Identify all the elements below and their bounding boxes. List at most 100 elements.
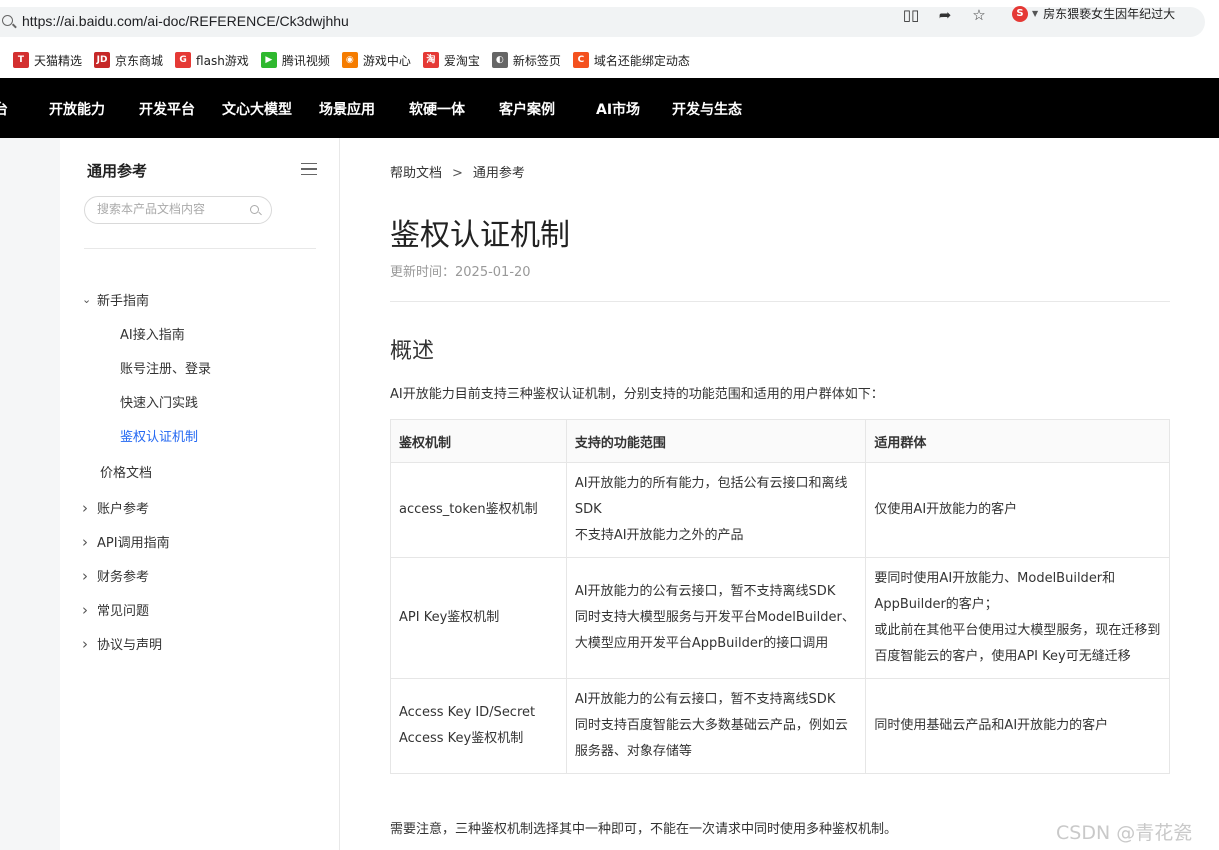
sidebar-item-label: 价格文档 [100, 466, 153, 481]
bookmark-item[interactable]: T 天猫精选 [13, 52, 82, 69]
sidebar-item[interactable]: › 账户参考 [82, 498, 150, 518]
nav-hardware[interactable]: 软硬一体 [409, 99, 465, 119]
chevron-right-icon[interactable]: › [82, 567, 93, 585]
sidebar-item[interactable]: 价格文档 [100, 462, 152, 481]
chevron-right-icon[interactable]: › [82, 601, 93, 619]
chevron-right-icon[interactable]: › [82, 533, 93, 551]
page-title: 鉴权认证机制 [390, 218, 570, 253]
share-icon[interactable]: ➦ [936, 6, 954, 24]
sidebar-item-label: 快速入门实践 [120, 396, 199, 411]
flash-game-icon: G [175, 52, 192, 68]
chevron-right-icon[interactable]: › [82, 635, 93, 653]
tmall-icon: T [13, 52, 29, 68]
sidebar-item[interactable]: 快速入门实践 [120, 392, 198, 411]
table-row: API Key鉴权机制 AI开放能力的公有云接口，暂不支持离线SDK 同时支持大模型… [390, 557, 1170, 679]
breadcrumb-separator: > [452, 166, 463, 181]
bookmark-label: flash游戏 [196, 53, 249, 68]
intro-text: AI开放能力目前支持三种鉴权认证机制，分别支持的功能范围和适用的用户群体如下： [390, 387, 884, 402]
game-center-icon: ◉ [341, 52, 358, 68]
table-cell: Access Key ID/Secret Access Key鉴权机制 [390, 678, 567, 774]
cell-line: 或此前在其他平台使用过大模型服务，现在迁移到百度智能云的客户，使用API Key… [874, 623, 1161, 664]
bookmark-label: 游戏中心 [362, 53, 411, 68]
sidebar-item[interactable]: › 财务参考 [82, 566, 149, 586]
bookmark-item[interactable]: C 域名还能绑定动态 [572, 52, 690, 69]
nav-open-capabilities[interactable]: 开放能力 [49, 99, 105, 119]
sidebar-item[interactable]: › 常见问题 [82, 600, 150, 620]
bookmark-label: 爱淘宝 [443, 53, 480, 68]
nav-item-cut-off[interactable]: 台 [0, 99, 8, 119]
sidebar-item-label: 账户参考 [97, 502, 150, 517]
sidebar-item-active[interactable]: 鉴权认证机制 [120, 426, 198, 445]
bookmark-item[interactable]: ◐ 新标签页 [491, 52, 561, 69]
table-cell: API Key鉴权机制 [390, 557, 567, 679]
cell-line: 同时支持百度智能云大多数基础云产品，例如云服务器、对象存储等 [574, 718, 848, 759]
bookmark-label: 新标签页 [512, 53, 561, 68]
nav-customer-cases[interactable]: 客户案例 [499, 99, 555, 119]
section-title: 概述 [390, 339, 435, 364]
cell-line: 同时支持大模型服务与开发平台ModelBuilder、大模型应用开发平台AppB… [574, 610, 855, 651]
bookmark-label: 腾讯视频 [281, 53, 330, 68]
sogou-extension-icon[interactable]: S [1012, 5, 1028, 22]
doc-sidebar: 通用参考 ⌄ 新手指南 AI接入指南账号注册、登录快速入门实践鉴权认证机制价格文档 ›… [60, 138, 340, 850]
breadcrumb-help-docs[interactable]: 帮助文档 [390, 166, 442, 181]
chevron-down-icon[interactable]: ⌄ [82, 293, 93, 306]
bookmark-star-icon[interactable]: ☆ [970, 6, 988, 24]
table-header-row: 鉴权机制 支持的功能范围 适用群体 [390, 419, 1170, 463]
sidebar-item[interactable]: ⌄ 新手指南 [82, 290, 149, 309]
watermark: CSDN @青花瓷 [1056, 822, 1193, 844]
sidebar-item[interactable]: › 协议与声明 [82, 634, 163, 654]
bookmark-item[interactable]: ◉ 游戏中心 [341, 52, 411, 69]
updated-time: 更新时间：2025-01-20 [390, 265, 531, 280]
note-text: 需要注意，三种鉴权机制选择其中一种即可，不能在一次请求中同时使用多种鉴权机制。 [390, 822, 898, 837]
browser-toolbar: https://ai.baidu.com/ai-doc/REFERENCE/Ck… [0, 0, 1219, 44]
url-text[interactable]: https://ai.baidu.com/ai-doc/REFERENCE/Ck… [22, 13, 349, 29]
table-header: 支持的功能范围 [565, 419, 867, 463]
nav-wenxin-model[interactable]: 文心大模型 [222, 99, 292, 119]
sidebar-item-label: 协议与声明 [97, 638, 163, 653]
sidebar-item-label: 账号注册、登录 [120, 362, 212, 377]
cell-line: Access Key鉴权机制 [399, 731, 524, 746]
sidebar-item-label: 常见问题 [97, 604, 150, 619]
cell-line: AI开放能力的公有云接口，暂不支持离线SDK [574, 692, 836, 707]
chevron-right-icon[interactable]: › [82, 499, 93, 517]
menu-icon[interactable] [301, 163, 317, 175]
chevron-down-icon[interactable]: ▼ [1032, 9, 1038, 18]
table-cell: 要同时使用AI开放能力、ModelBuilder和AppBuilder的客户； 或… [865, 557, 1170, 679]
sidebar-item[interactable]: AI接入指南 [120, 324, 185, 343]
cell-line: 仅使用AI开放能力的客户 [874, 502, 1018, 517]
sidebar-search[interactable] [84, 196, 272, 224]
bookmark-item[interactable]: 淘爱淘宝 [422, 52, 480, 69]
bookmark-item[interactable]: JD 京东商城 [94, 52, 163, 69]
nav-scenario-apps[interactable]: 场景应用 [319, 99, 375, 119]
bookmark-label: 域名还能绑定动态 [593, 53, 690, 68]
bookmark-item[interactable]: ▶ 腾讯视频 [260, 52, 330, 69]
sidebar-item-label: 鉴权认证机制 [120, 430, 199, 445]
bookmark-item[interactable]: Gflash游戏 [175, 52, 249, 69]
aitaobao-icon: 淘 [422, 52, 439, 68]
nav-dev-ecosystem[interactable]: 开发与生态 [672, 99, 742, 119]
tencent-video-icon: ▶ [260, 52, 277, 68]
cell-line: AI开放能力的所有能力，包括公有云接口和离线SDK [574, 476, 848, 517]
sidebar-title: 通用参考 [87, 162, 148, 180]
news-ticker-text[interactable]: 房东猥亵女生因年纪过大 [1043, 5, 1195, 22]
sidebar-divider [84, 248, 316, 249]
cell-line: 同时使用基础云产品和AI开放能力的客户 [874, 718, 1109, 733]
nav-ai-market[interactable]: AI市场 [596, 99, 640, 119]
table-cell: AI开放能力的公有云接口，暂不支持离线SDK 同时支持百度智能云大多数基础云产品，… [565, 678, 867, 774]
search-icon [2, 15, 13, 26]
table-cell: 同时使用基础云产品和AI开放能力的客户 [865, 678, 1170, 774]
nav-dev-platform[interactable]: 开发平台 [139, 99, 195, 119]
table-row: Access Key ID/Secret Access Key鉴权机制 AI开放能力… [390, 678, 1170, 774]
sidebar-item[interactable]: › API调用指南 [82, 532, 170, 552]
extension-news-ticker[interactable]: S ▼ 房东猥亵女生因年纪过大 [1012, 5, 1195, 22]
sidebar-search-input[interactable] [97, 202, 237, 216]
table-header: 适用群体 [865, 419, 1170, 463]
sidebar-item[interactable]: 账号注册、登录 [120, 358, 211, 377]
reader-mode-icon[interactable]: ▯▯ [902, 6, 920, 24]
table-header: 鉴权机制 [390, 419, 567, 463]
search-icon[interactable] [250, 205, 259, 214]
breadcrumb-general-ref[interactable]: 通用参考 [473, 166, 525, 181]
jd-icon: JD [94, 52, 111, 68]
cell-line: 要同时使用AI开放能力、ModelBuilder和AppBuilder的客户； [874, 571, 1116, 612]
sidebar-item-label: 新手指南 [97, 294, 150, 309]
